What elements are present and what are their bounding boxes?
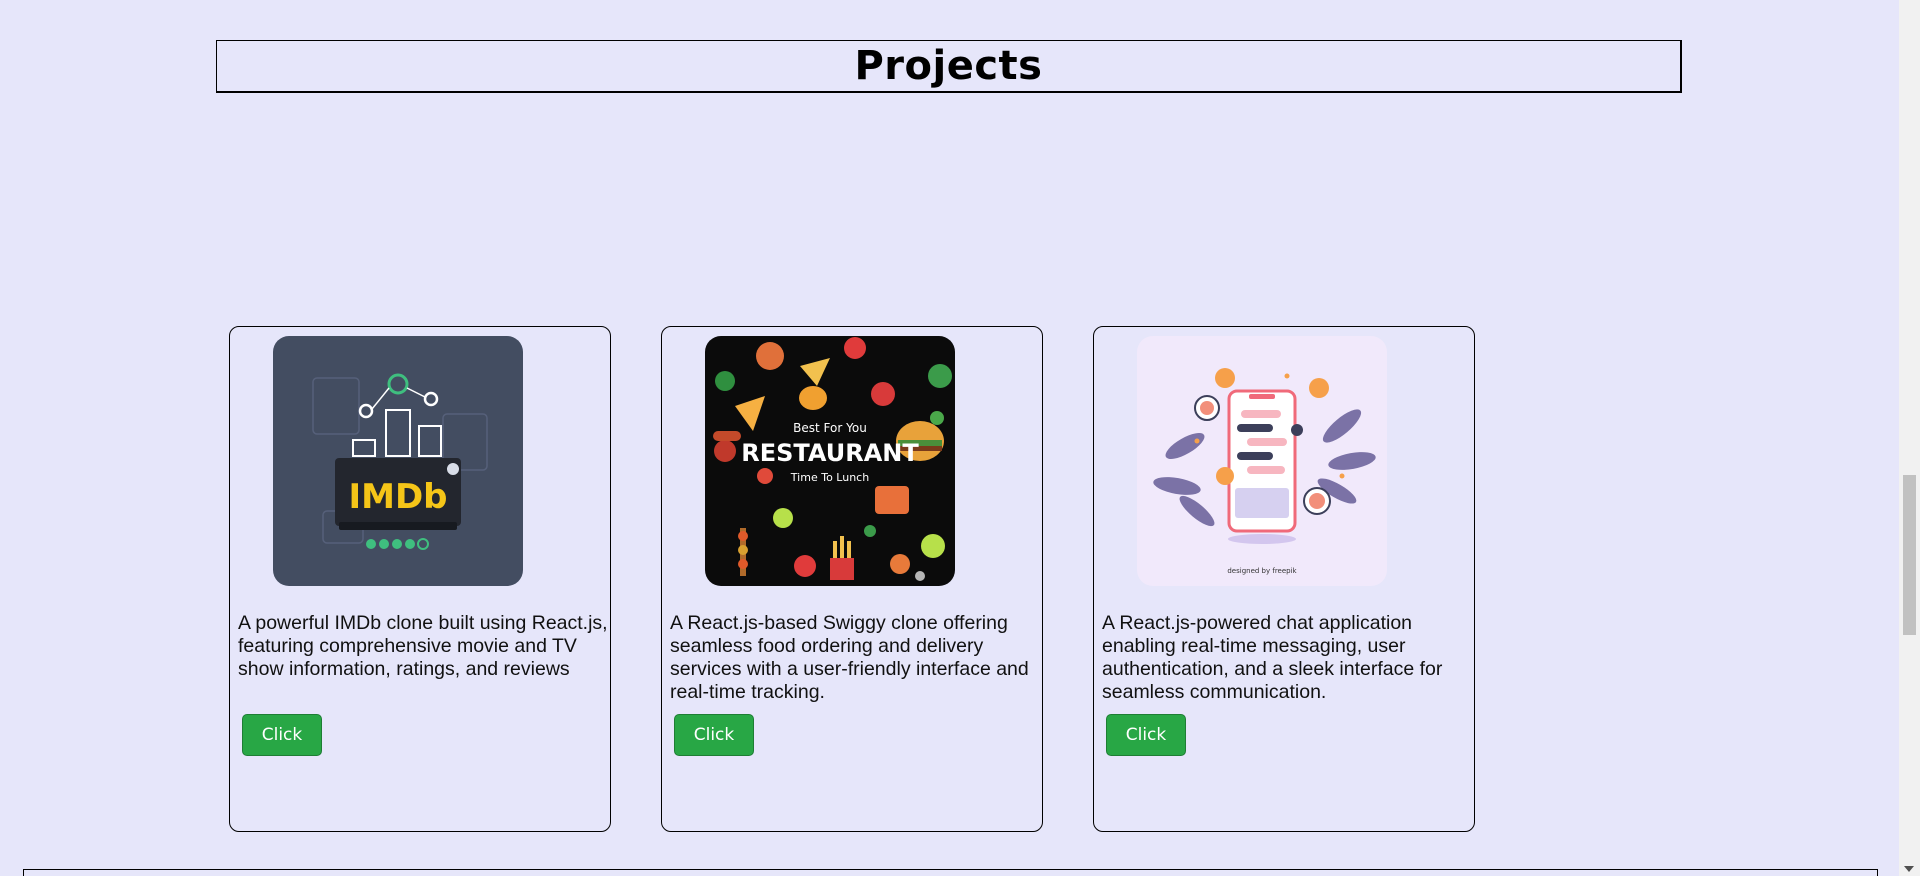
project-image-swiggy: Best For You RESTAURANT Time To Lunch <box>705 336 955 586</box>
project-click-button[interactable]: Click <box>242 714 322 756</box>
svg-text:designed by freepik: designed by freepik <box>1227 567 1297 575</box>
project-card-swiggy: Best For You RESTAURANT Time To Lunch A … <box>661 326 1043 832</box>
project-image-imdb: IMDb <box>273 336 523 586</box>
page: Projects IMDb A powerful IMDb clone buil… <box>0 0 1899 876</box>
project-description: A React.js-powered chat application enab… <box>1102 612 1443 703</box>
project-image-chat: designed by freepik <box>1137 336 1387 586</box>
projects-section-header: Projects <box>216 40 1682 93</box>
svg-text:RESTAURANT: RESTAURANT <box>741 439 919 467</box>
project-click-button[interactable]: Click <box>674 714 754 756</box>
footer-section <box>23 869 1878 876</box>
vertical-scrollbar[interactable] <box>1899 0 1920 876</box>
section-title: Projects <box>854 43 1043 89</box>
project-description: A React.js-based Swiggy clone offering s… <box>670 612 1029 703</box>
project-card-imdb: IMDb A powerful IMDb clone built using R… <box>229 326 611 832</box>
svg-text:Time To Lunch: Time To Lunch <box>790 471 869 484</box>
scrollbar-thumb[interactable] <box>1903 475 1916 635</box>
svg-text:IMDb: IMDb <box>348 477 447 517</box>
project-card-chat: designed by freepik A React.js-powered c… <box>1093 326 1475 832</box>
project-click-button[interactable]: Click <box>1106 714 1186 756</box>
scroll-down-arrow-icon[interactable] <box>1904 866 1914 872</box>
project-description: A powerful IMDb clone built using React.… <box>238 612 608 680</box>
svg-text:Best For You: Best For You <box>793 421 867 435</box>
